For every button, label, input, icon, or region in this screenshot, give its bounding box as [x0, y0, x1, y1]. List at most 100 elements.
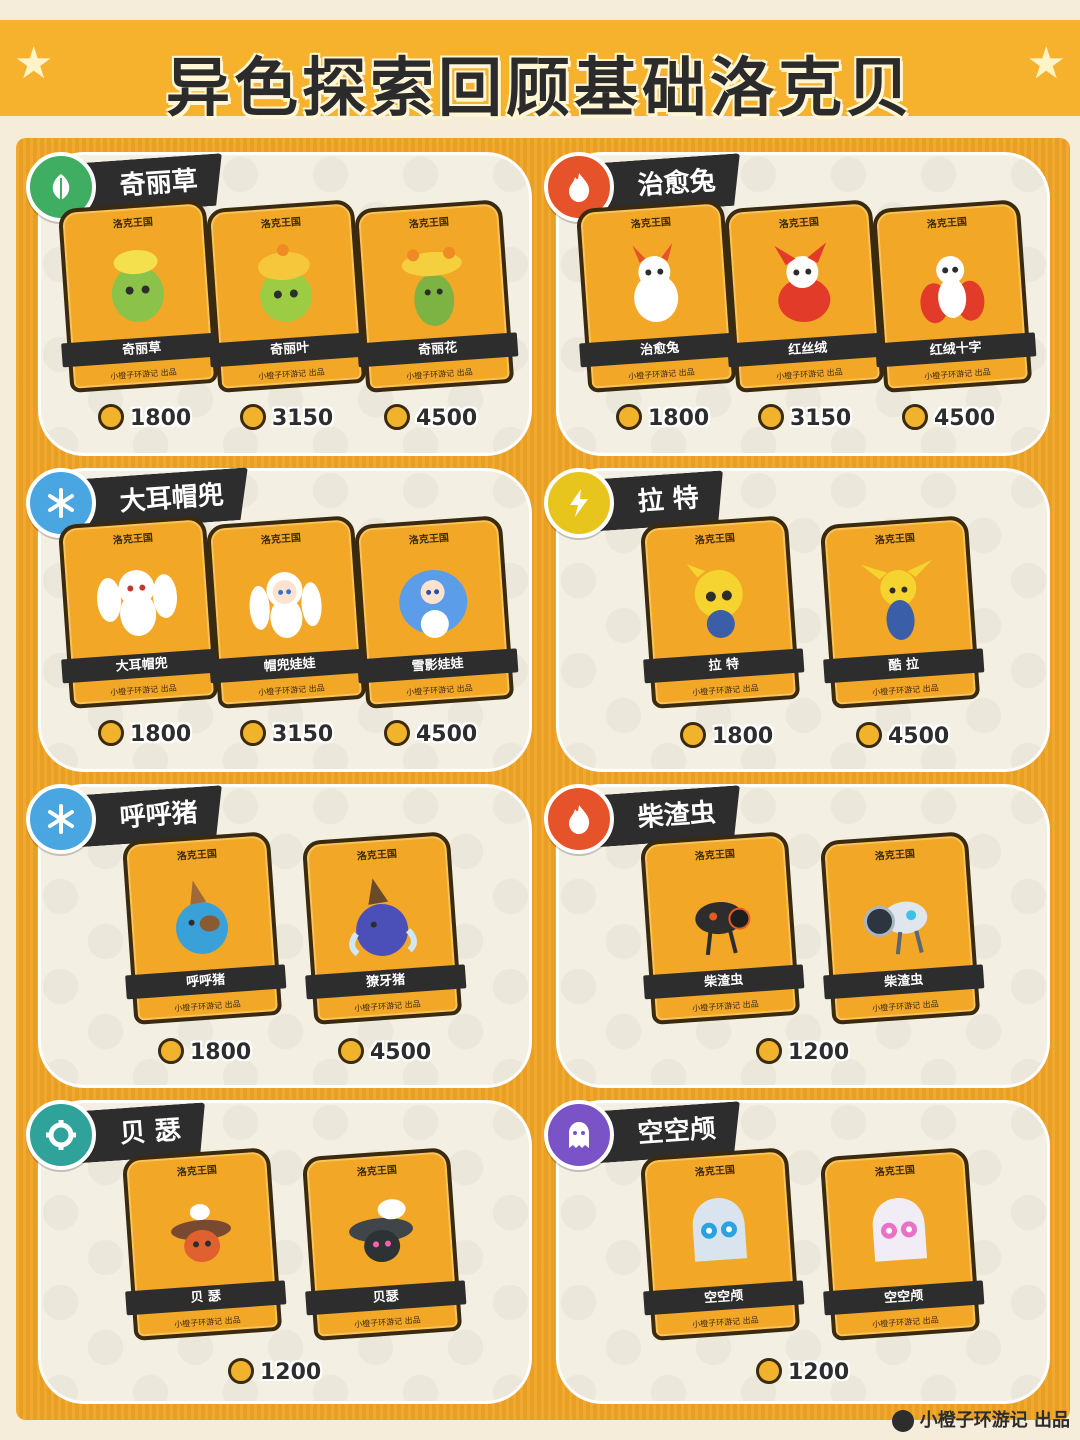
- coin-icon: [240, 404, 266, 430]
- creature-image: [399, 570, 468, 638]
- creature-image: [257, 244, 312, 322]
- card-name: 贝 瑟: [125, 1280, 287, 1316]
- coin-icon: [756, 1038, 782, 1064]
- creature-image: [774, 242, 831, 323]
- card-logo: 洛克王国: [694, 848, 736, 863]
- panel-group: 治愈兔 洛克王国 治愈兔 小橙子环游记 出品 洛克王国 红丝绒 小橙子环游记 出…: [544, 152, 1050, 456]
- panel-group: 贝 瑟 洛克王国 贝 瑟 小橙子环游记 出品 洛克王国 贝瑟 小橙子环游记 出品…: [26, 1100, 532, 1404]
- panel-group: 柴渣虫 洛克王国 柴渣虫 小橙子环游记 出品 洛克王国 柴渣虫 小橙子环游记 出…: [544, 784, 1050, 1088]
- card-credit: 小橙子环游记 出品: [173, 1315, 241, 1330]
- price-label: 1200: [756, 1036, 849, 1070]
- title-banner: ★ ★ 异色探索回顾基础洛克贝: [0, 20, 1080, 126]
- card-name: 柴渣虫: [643, 964, 805, 1000]
- creature-image: [695, 901, 751, 956]
- price-label: 1200: [756, 1356, 849, 1390]
- coin-icon: [98, 404, 124, 430]
- card-credit: 小橙子环游记 出品: [691, 1315, 759, 1330]
- card-logo: 洛克王国: [176, 1164, 218, 1179]
- coin-icon: [98, 720, 124, 746]
- star-icon: ★: [14, 38, 54, 89]
- pet-card[interactable]: 洛克王国 红丝绒 小橙子环游记 出品: [723, 199, 889, 393]
- panel-group: 呼呼猪 洛克王国 呼呼猪 小橙子环游记 出品 洛克王国 獠牙猪 小橙子环游记 出…: [26, 784, 532, 1088]
- card-name: 空空颅: [823, 1280, 985, 1316]
- card-credit: 小橙子环游记 出品: [257, 683, 325, 698]
- panel-group: 奇丽草 洛克王国 奇丽草 小橙子环游记 出品 洛克王国 奇丽叶 小橙子环游记 出…: [26, 152, 532, 456]
- card-logo: 洛克王国: [260, 216, 302, 231]
- lightning-icon: [544, 468, 614, 538]
- pet-card[interactable]: 洛克王国 帽兜娃娃 小橙子环游记 出品: [205, 515, 371, 709]
- coin-icon: [756, 1358, 782, 1384]
- page-title: 异色探索回顾基础洛克贝: [166, 52, 914, 126]
- creature-image: [249, 572, 322, 638]
- card-name: 雪影娃娃: [357, 648, 519, 684]
- star-icon: ★: [1026, 38, 1066, 89]
- card-logo: 洛克王国: [356, 848, 398, 863]
- pet-card[interactable]: 洛克王国 柴渣虫 小橙子环游记 出品: [639, 831, 805, 1025]
- card-logo: 洛克王国: [694, 1164, 736, 1179]
- pet-card[interactable]: 洛克王国 红绒十字 小橙子环游记 出品: [871, 199, 1037, 393]
- pet-card[interactable]: 洛克王国 酷 拉 小橙子环游记 出品: [819, 515, 985, 709]
- card-credit: 小橙子环游记 出品: [173, 999, 241, 1014]
- card-logo: 洛克王国: [260, 532, 302, 547]
- card-logo: 洛克王国: [778, 216, 820, 231]
- group-title: 空空颅: [636, 1113, 717, 1150]
- card-logo: 洛克王国: [874, 848, 916, 863]
- coin-icon: [384, 720, 410, 746]
- card-logo: 洛克王国: [408, 216, 450, 231]
- coin-icon: [338, 1038, 364, 1064]
- pet-card[interactable]: 洛克王国 獠牙猪 小橙子环游记 出品: [301, 831, 467, 1025]
- creature-image: [111, 250, 164, 322]
- card-name: 呼呼猪: [125, 964, 287, 1000]
- price-label: 3150: [240, 718, 333, 752]
- pet-card[interactable]: 洛克王国 贝瑟 小橙子环游记 出品: [301, 1147, 467, 1341]
- pet-card[interactable]: 洛克王国 柴渣虫 小橙子环游记 出品: [819, 831, 985, 1025]
- pet-card[interactable]: 洛克王国 治愈兔 小橙子环游记 出品: [575, 199, 741, 393]
- card-name: 奇丽叶: [209, 332, 371, 368]
- price-label: 1800: [98, 402, 191, 436]
- card-name: 柴渣虫: [823, 964, 985, 1000]
- card-credit: 小橙子环游记 出品: [627, 367, 695, 382]
- group-title: 柴渣虫: [636, 797, 717, 834]
- panel-group: 拉 特 洛克王国 拉 特 小橙子环游记 出品 洛克王国 酷 拉 小橙子环游记 出…: [544, 468, 1050, 772]
- card-credit: 小橙子环游记 出品: [871, 683, 939, 698]
- creature-image: [692, 1198, 748, 1262]
- card-name: 大耳帽兜: [61, 648, 223, 684]
- pet-card[interactable]: 洛克王国 雪影娃娃 小橙子环游记 出品: [353, 515, 519, 709]
- price-label: 4500: [384, 718, 477, 752]
- card-name: 贝瑟: [305, 1280, 467, 1316]
- pet-card[interactable]: 洛克王国 空空颅 小橙子环游记 出品: [639, 1147, 805, 1341]
- creature-image: [349, 878, 417, 957]
- creature-image: [863, 901, 928, 955]
- card-credit: 小橙子环游记 出品: [871, 999, 939, 1014]
- card-credit: 小橙子环游记 出品: [109, 367, 177, 382]
- coin-icon: [902, 404, 928, 430]
- pet-card[interactable]: 洛克王国 奇丽叶 小橙子环游记 出品: [205, 199, 371, 393]
- creature-image: [97, 570, 178, 636]
- coin-icon: [616, 404, 642, 430]
- price-label: 4500: [902, 402, 995, 436]
- card-name: 奇丽草: [61, 332, 223, 368]
- pet-card[interactable]: 洛克王国 空空颅 小橙子环游记 出品: [819, 1147, 985, 1341]
- card-name: 帽兜娃娃: [209, 648, 371, 684]
- ghost-icon: [544, 1100, 614, 1170]
- card-name: 红绒十字: [875, 332, 1037, 368]
- group-title: 大耳帽兜: [118, 480, 225, 518]
- pet-card[interactable]: 洛克王国 呼呼猪 小橙子环游记 出品: [121, 831, 287, 1025]
- price-label: 1800: [158, 1036, 251, 1070]
- pet-card[interactable]: 洛克王国 大耳帽兜 小橙子环游记 出品: [57, 515, 223, 709]
- creature-image: [872, 1198, 928, 1262]
- pet-card[interactable]: 洛克王国 奇丽花 小橙子环游记 出品: [353, 199, 519, 393]
- price-label: 1200: [228, 1356, 321, 1390]
- card-logo: 洛克王国: [356, 1164, 398, 1179]
- creature-image: [349, 1199, 413, 1263]
- pet-card[interactable]: 洛克王国 拉 特 小橙子环游记 出品: [639, 515, 805, 709]
- price-label: 1800: [98, 718, 191, 752]
- card-logo: 洛克王国: [112, 532, 154, 547]
- card-credit: 小橙子环游记 出品: [353, 1315, 421, 1330]
- pet-card[interactable]: 洛克王国 奇丽草 小橙子环游记 出品: [57, 199, 223, 393]
- creature-image: [176, 880, 228, 954]
- card-name: 奇丽花: [357, 332, 519, 368]
- card-name: 拉 特: [643, 648, 805, 684]
- pet-card[interactable]: 洛克王国 贝 瑟 小橙子环游记 出品: [121, 1147, 287, 1341]
- coin-icon: [158, 1038, 184, 1064]
